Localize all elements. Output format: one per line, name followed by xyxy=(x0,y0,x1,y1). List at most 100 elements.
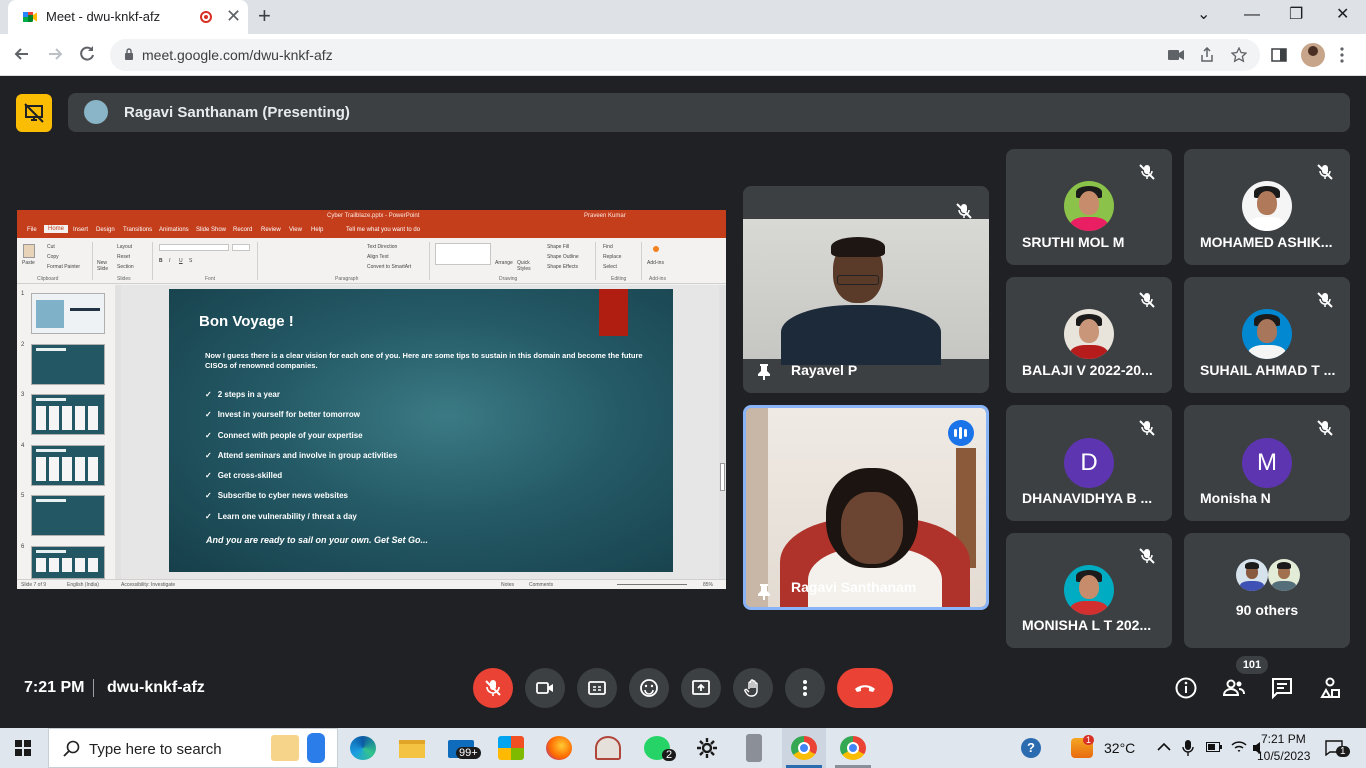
activities-icon[interactable] xyxy=(1318,676,1342,700)
video-tile-rayavel[interactable]: Rayavel P xyxy=(743,186,989,393)
ppt-tab-insert[interactable]: Insert xyxy=(73,227,88,233)
participant-tile[interactable]: M Monisha N xyxy=(1184,405,1350,521)
minimize-button[interactable]: — xyxy=(1244,4,1260,26)
ribbon-replace[interactable]: Replace xyxy=(603,254,621,260)
ribbon-cut[interactable]: Cut xyxy=(47,244,55,250)
side-panel-icon[interactable] xyxy=(1271,47,1287,63)
ribbon-convert-smartart[interactable]: Convert to SmartArt xyxy=(367,264,411,270)
edge-icon[interactable] xyxy=(350,736,376,760)
slide-scrollbar[interactable] xyxy=(719,285,726,579)
stop-presenting-icon[interactable] xyxy=(16,94,52,132)
firefox-icon[interactable] xyxy=(546,736,572,760)
forward-icon[interactable] xyxy=(45,44,65,64)
ppt-tab-file[interactable]: File xyxy=(27,227,37,233)
url-text[interactable]: meet.google.com/dwu-knkf-afz xyxy=(142,47,333,63)
ribbon-reset[interactable]: Reset xyxy=(117,254,130,260)
slide-thumbnail[interactable] xyxy=(31,344,105,385)
reload-icon[interactable] xyxy=(77,44,97,64)
ribbon-find[interactable]: Find xyxy=(603,244,613,250)
meet-tab[interactable]: Meet - dwu-knkf-afz ✕ xyxy=(8,0,248,34)
paste-icon[interactable] xyxy=(23,244,35,258)
ribbon-section[interactable]: Section xyxy=(117,264,134,270)
mic-toggle-button[interactable] xyxy=(473,668,513,708)
participant-tile[interactable]: MONISHA L T 202... xyxy=(1006,533,1172,648)
shared-screen-powerpoint[interactable]: Cyber Trailblaze.pptx - PowerPoint Prave… xyxy=(17,210,726,589)
ribbon-shape-outline[interactable]: Shape Outline xyxy=(547,254,579,260)
close-window-button[interactable]: ✕ xyxy=(1336,4,1349,26)
raise-hand-button[interactable] xyxy=(733,668,773,708)
settings-gear-icon[interactable] xyxy=(694,736,720,760)
paint-icon[interactable] xyxy=(595,736,621,760)
maximize-button[interactable]: ❐ xyxy=(1289,4,1303,26)
temperature-text[interactable]: 32°C xyxy=(1104,740,1135,756)
tab-search-icon[interactable]: ⌄ xyxy=(1197,4,1210,26)
status-comments[interactable]: Comments xyxy=(529,582,553,588)
meeting-code[interactable]: dwu-knkf-afz xyxy=(107,679,205,697)
participant-tile[interactable]: SRUTHI MOL M xyxy=(1006,149,1172,265)
ppt-tab-transitions[interactable]: Transitions xyxy=(123,227,152,233)
participant-tile[interactable]: D DHANAVIDHYA B ... xyxy=(1006,405,1172,521)
tab-close-icon[interactable]: ✕ xyxy=(226,6,241,26)
ribbon-text-direction[interactable]: Text Direction xyxy=(367,244,397,250)
ribbon-select[interactable]: Select xyxy=(603,264,617,270)
new-tab-button[interactable]: + xyxy=(258,4,271,28)
current-slide[interactable]: Bon Voyage ! Now I guess there is a clea… xyxy=(169,289,673,572)
participant-tile[interactable]: BALAJI V 2022-20... xyxy=(1006,277,1172,393)
video-tile-ragavi[interactable]: Ragavi Santhanam xyxy=(743,405,989,610)
present-now-button[interactable] xyxy=(681,668,721,708)
ribbon-paste[interactable]: Paste xyxy=(22,260,35,266)
slide-thumbnail[interactable] xyxy=(31,445,105,486)
taskbar-date[interactable]: 10/5/2023 xyxy=(1257,749,1310,763)
reactions-button[interactable] xyxy=(629,668,669,708)
ppt-tab-review[interactable]: Review xyxy=(261,227,281,233)
camera-toggle-button[interactable] xyxy=(525,668,565,708)
ppt-tab-view[interactable]: View xyxy=(289,227,302,233)
addins-icon[interactable] xyxy=(653,246,659,252)
chevron-up-icon[interactable] xyxy=(1157,742,1171,752)
ppt-tab-slideshow[interactable]: Slide Show xyxy=(196,227,226,233)
file-explorer-icon[interactable] xyxy=(399,740,425,758)
font-size-box[interactable] xyxy=(232,244,250,251)
slide-thumbnail[interactable] xyxy=(31,546,105,579)
ribbon-copy[interactable]: Copy xyxy=(47,254,59,260)
ribbon-format-painter[interactable]: Format Painter xyxy=(47,264,80,270)
status-accessibility[interactable]: Accessibility: Investigate xyxy=(121,582,175,588)
ribbon-quick-styles[interactable]: Quick Styles xyxy=(517,260,535,272)
ppt-tab-animations[interactable]: Animations xyxy=(159,227,189,233)
ribbon-align-text[interactable]: Align Text xyxy=(367,254,389,260)
font-name-box[interactable] xyxy=(159,244,229,251)
people-icon[interactable] xyxy=(1222,676,1246,700)
ribbon-arrange[interactable]: Arrange xyxy=(495,260,513,266)
meeting-details-icon[interactable] xyxy=(1174,676,1198,700)
share-icon[interactable] xyxy=(1199,47,1215,63)
slide-thumbnail[interactable] xyxy=(31,293,105,334)
ppt-tell-me[interactable]: Tell me what you want to do xyxy=(346,227,420,233)
chat-icon[interactable] xyxy=(1270,676,1294,700)
font-format-buttons[interactable]: B I U S xyxy=(159,258,249,266)
status-notes[interactable]: Notes xyxy=(501,582,514,588)
ppt-tab-record[interactable]: Record xyxy=(233,227,252,233)
ribbon-layout[interactable]: Layout xyxy=(117,244,132,250)
bookmark-star-icon[interactable] xyxy=(1231,47,1247,63)
ppt-tab-design[interactable]: Design xyxy=(96,227,115,233)
ppt-tab-home[interactable]: Home xyxy=(44,225,69,233)
captions-button[interactable] xyxy=(577,668,617,708)
windows-start-icon[interactable] xyxy=(15,740,31,756)
usb-device-icon[interactable] xyxy=(746,734,762,762)
slide-thumbnail[interactable] xyxy=(31,394,105,435)
battery-icon[interactable] xyxy=(1206,742,1222,752)
ribbon-shape-fill[interactable]: Shape Fill xyxy=(547,244,569,250)
leave-call-button[interactable] xyxy=(837,668,893,708)
status-language[interactable]: English (India) xyxy=(67,582,99,588)
slide-thumbnail[interactable] xyxy=(31,495,105,536)
microphone-icon[interactable] xyxy=(1182,739,1194,757)
help-icon[interactable]: ? xyxy=(1021,738,1041,758)
camera-in-use-icon[interactable] xyxy=(1168,48,1184,62)
others-tile[interactable]: 90 others xyxy=(1184,533,1350,648)
ribbon-new-slide[interactable]: New Slide xyxy=(97,260,111,272)
chrome-menu-icon[interactable] xyxy=(1340,47,1344,63)
chrome-icon[interactable] xyxy=(791,736,817,760)
back-icon[interactable] xyxy=(12,44,32,64)
zoom-slider[interactable] xyxy=(617,584,687,585)
ribbon-shape-effects[interactable]: Shape Effects xyxy=(547,264,578,270)
